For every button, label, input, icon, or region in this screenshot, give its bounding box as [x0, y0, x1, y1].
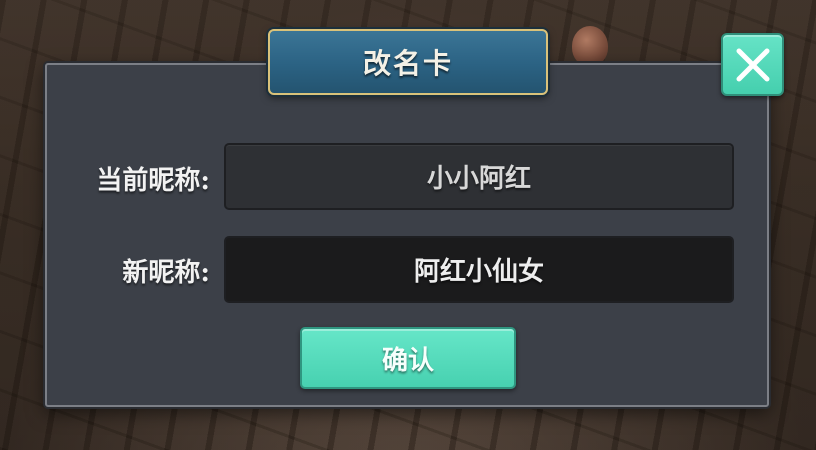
new-nickname-value: 阿红小仙女	[413, 257, 544, 287]
current-nickname-field: 小小阿红	[224, 143, 734, 210]
confirm-button-label: 确认	[381, 345, 434, 376]
current-nickname-label: 当前昵称:	[96, 166, 210, 196]
background-boulder	[572, 26, 608, 66]
close-button[interactable]	[721, 33, 784, 96]
current-nickname-value: 小小阿红	[426, 164, 531, 194]
close-icon	[733, 45, 773, 85]
new-nickname-label: 新昵称:	[122, 258, 210, 288]
new-nickname-input[interactable]: 阿红小仙女	[224, 236, 734, 303]
dialog-title-plate: 改名卡	[268, 29, 548, 95]
dialog-title: 改名卡	[362, 47, 453, 80]
confirm-button[interactable]: 确认	[300, 327, 516, 389]
